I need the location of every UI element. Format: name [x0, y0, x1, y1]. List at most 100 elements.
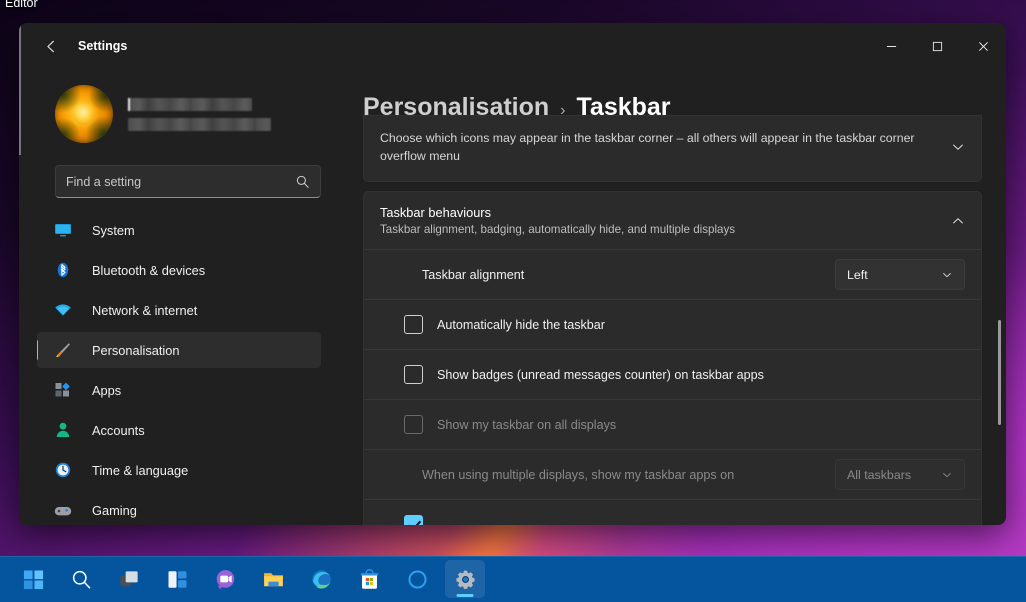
row-label: Show badges (unread messages counter) on…	[437, 368, 764, 382]
sidebar: System Bluetooth & devices Network & int…	[19, 69, 339, 525]
monitor-icon	[53, 220, 73, 240]
search-input[interactable]	[66, 175, 295, 189]
row-show-badges[interactable]: Show badges (unread messages counter) on…	[364, 349, 981, 399]
desktop: Editor Settings	[0, 0, 1026, 602]
maximize-icon	[932, 41, 943, 52]
sidebar-item-gaming[interactable]: Gaming	[37, 492, 321, 525]
close-icon	[978, 41, 989, 52]
wifi-icon	[53, 300, 73, 320]
back-arrow-icon	[44, 39, 59, 54]
chevron-down-icon	[941, 469, 953, 481]
sidebar-item-label: Gaming	[92, 503, 137, 518]
widgets-button[interactable]	[157, 560, 197, 598]
row-show-taskbar-all-displays: Show my taskbar on all displays	[364, 399, 981, 449]
card-taskbar-corner-icons[interactable]: Choose which icons may appear in the tas…	[363, 115, 982, 182]
account-email-redacted	[128, 118, 271, 131]
sidebar-item-label: Time & language	[92, 463, 188, 478]
sidebar-item-label: System	[92, 223, 135, 238]
task-view-button[interactable]	[109, 560, 149, 598]
minimize-button[interactable]	[868, 23, 914, 69]
desktop-icon-label: Editor	[5, 0, 38, 10]
dropdown-value: All taskbars	[847, 468, 941, 482]
search-button[interactable]	[61, 560, 101, 598]
card-taskbar-behaviours: Taskbar behaviours Taskbar alignment, ba…	[363, 191, 982, 525]
settings-button[interactable]	[445, 560, 485, 598]
cortana-ring-icon	[406, 568, 429, 591]
content-scrollbar[interactable]	[998, 165, 1001, 517]
sidebar-item-personalisation[interactable]: Personalisation	[37, 332, 321, 368]
row-label: Show my taskbar on all displays	[437, 418, 616, 432]
behaviours-texts: Taskbar behaviours Taskbar alignment, ba…	[380, 205, 951, 236]
gear-icon	[454, 568, 477, 591]
corner-icons-description: Choose which icons may appear in the tas…	[380, 129, 951, 165]
window-left-edge-accent	[19, 25, 21, 155]
search-icon	[70, 568, 93, 591]
show-badges-checkbox[interactable]	[404, 365, 423, 384]
sidebar-item-system[interactable]: System	[37, 212, 321, 248]
account-text	[128, 98, 271, 131]
start-button[interactable]	[13, 560, 53, 598]
sidebar-item-network-internet[interactable]: Network & internet	[37, 292, 321, 328]
window-titlebar: Settings	[19, 23, 1006, 69]
sidebar-item-bluetooth-devices[interactable]: Bluetooth & devices	[37, 252, 321, 288]
account-block[interactable]	[37, 69, 339, 157]
person-icon	[53, 420, 73, 440]
store-icon	[358, 568, 381, 591]
close-button[interactable]	[960, 23, 1006, 69]
gamepad-icon	[53, 500, 73, 520]
sidebar-item-accounts[interactable]: Accounts	[37, 412, 321, 448]
microsoft-store-button[interactable]	[349, 560, 389, 598]
show-taskbar-all-displays-checkbox	[404, 415, 423, 434]
row-clipped-checked-setting[interactable]	[364, 499, 981, 525]
sidebar-item-label: Personalisation	[92, 343, 180, 358]
sidebar-item-time-language[interactable]: Time & language	[37, 452, 321, 488]
sidebar-item-label: Apps	[92, 383, 121, 398]
row-label: Automatically hide the taskbar	[437, 318, 605, 332]
paintbrush-icon	[53, 340, 73, 360]
search-wrapper	[37, 157, 339, 212]
row-multiple-displays-apps: When using multiple displays, show my ta…	[364, 449, 981, 499]
edge-button[interactable]	[301, 560, 341, 598]
multiple-displays-dropdown: All taskbars	[835, 459, 965, 490]
chevron-up-icon[interactable]	[951, 214, 965, 228]
sidebar-item-label: Accounts	[92, 423, 145, 438]
window-controls	[868, 23, 1006, 69]
behaviours-title: Taskbar behaviours	[380, 205, 951, 220]
taskbar-alignment-dropdown[interactable]: Left	[835, 259, 965, 290]
bluetooth-icon	[53, 260, 73, 280]
chat-button[interactable]	[205, 560, 245, 598]
breadcrumb-current: Taskbar	[577, 93, 671, 122]
scrollbar-thumb[interactable]	[998, 320, 1001, 426]
app-title: Settings	[78, 39, 127, 53]
apps-icon	[53, 380, 73, 400]
taskbar-behaviours-header[interactable]: Taskbar behaviours Taskbar alignment, ba…	[364, 192, 981, 249]
taskbar	[0, 556, 1026, 602]
maximize-button[interactable]	[914, 23, 960, 69]
cortana-button[interactable]	[397, 560, 437, 598]
file-explorer-button[interactable]	[253, 560, 293, 598]
automatically-hide-taskbar-checkbox[interactable]	[404, 315, 423, 334]
avatar	[55, 85, 113, 143]
dropdown-value: Left	[847, 268, 941, 282]
back-button[interactable]	[34, 31, 68, 61]
behaviours-subtitle: Taskbar alignment, badging, automaticall…	[380, 223, 951, 236]
edge-icon	[310, 568, 333, 591]
sidebar-nav-list: System Bluetooth & devices Network & int…	[37, 212, 339, 525]
breadcrumb-parent[interactable]: Personalisation	[363, 93, 549, 122]
sidebar-item-label: Network & internet	[92, 303, 197, 318]
row-automatically-hide-taskbar[interactable]: Automatically hide the taskbar	[364, 299, 981, 349]
window-body: System Bluetooth & devices Network & int…	[19, 69, 1006, 525]
account-name-redacted	[128, 98, 252, 111]
clipped-setting-checkbox[interactable]	[404, 515, 423, 525]
clock-icon	[53, 460, 73, 480]
chevron-down-icon[interactable]	[951, 140, 965, 154]
chat-video-icon	[214, 568, 237, 591]
breadcrumb-separator-icon: ›	[560, 102, 565, 120]
chevron-down-icon	[941, 269, 953, 281]
search-icon	[295, 174, 310, 189]
task-view-icon	[118, 568, 141, 591]
sidebar-item-apps[interactable]: Apps	[37, 372, 321, 408]
search-box[interactable]	[55, 165, 321, 198]
row-taskbar-alignment: Taskbar alignment Left	[364, 249, 981, 299]
settings-window: Settings	[19, 23, 1006, 525]
